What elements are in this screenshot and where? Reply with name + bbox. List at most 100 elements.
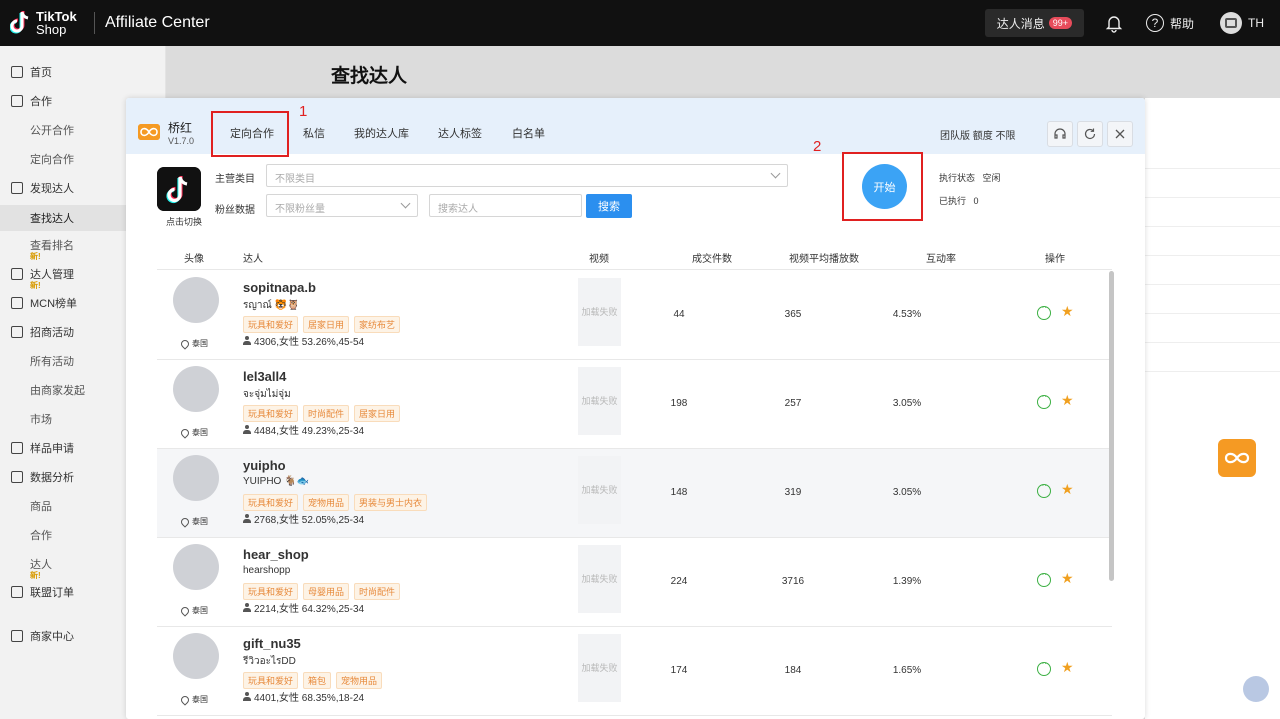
creator-nickname: จะจุ่มไม่จุ่ม xyxy=(243,389,291,400)
message-icon[interactable] xyxy=(1037,481,1051,498)
creator-username[interactable]: yuipho xyxy=(243,458,286,473)
star-icon[interactable]: ★ xyxy=(1061,303,1074,320)
sidebar-label: 由商家发起 xyxy=(30,385,85,397)
tab-my-creator-library[interactable]: 我的达人库 xyxy=(354,125,409,141)
col-video: 视频 xyxy=(589,254,609,265)
tab-private-message[interactable]: 私信 xyxy=(303,125,325,141)
sidebar-label: 公开合作 xyxy=(30,125,74,137)
search-button[interactable]: 搜索 xyxy=(586,194,632,218)
creator-search-input[interactable]: 搜索达人 xyxy=(429,194,582,217)
sidebar-label: 数据分析 xyxy=(30,472,74,484)
page-content-lines xyxy=(1145,140,1280,372)
executed-label: 已执行 xyxy=(939,196,967,206)
creator-username[interactable]: sopitnapa.b xyxy=(243,280,316,295)
star-icon[interactable]: ★ xyxy=(1061,659,1074,676)
chevron-down-icon xyxy=(770,168,781,179)
sidebar-label: 发现达人 xyxy=(30,183,74,195)
exec-status-label: 执行状态 xyxy=(939,173,976,183)
sidebar-label: MCN榜单 xyxy=(30,298,78,310)
close-icon[interactable] xyxy=(1107,121,1133,147)
table-row[interactable]: 泰国 sopitnapa.b รญาณ์ 🐯🦉 玩具和爱好 居家日用 家纺布艺 4306,女… xyxy=(157,271,1112,360)
person-icon xyxy=(243,603,251,612)
video-thumbnail[interactable]: 加载失败 xyxy=(578,367,621,435)
headset-icon[interactable] xyxy=(1047,121,1073,147)
table-row[interactable]: 泰国 lel3all4 จะจุ่มไม่จุ่ม 玩具和爱好 时尚配件 居家日用 4484… xyxy=(157,360,1112,449)
engagement-rate: 4.53% xyxy=(892,309,922,320)
video-thumbnail[interactable]: 加载失败 xyxy=(578,278,621,346)
home-icon xyxy=(11,66,23,78)
tiktok-platform-icon[interactable] xyxy=(157,167,201,211)
avatar[interactable] xyxy=(173,455,219,501)
message-icon[interactable] xyxy=(1037,659,1051,676)
sidebar-label: 招商活动 xyxy=(30,327,74,339)
tab-whitelist[interactable]: 白名单 xyxy=(512,125,545,141)
user-initials: TH xyxy=(1248,16,1264,30)
avg-views: 257 xyxy=(784,398,802,409)
question-icon: ? xyxy=(1145,14,1164,32)
avatar[interactable] xyxy=(173,277,219,323)
divider xyxy=(94,12,95,34)
location-label: 泰国 xyxy=(192,339,208,348)
floating-plugin-button[interactable] xyxy=(1218,439,1256,477)
category-tag: 居家日用 xyxy=(303,316,350,333)
star-icon[interactable]: ★ xyxy=(1061,481,1074,498)
refresh-icon[interactable] xyxy=(1077,121,1103,147)
creator-username[interactable]: hear_shop xyxy=(243,547,309,562)
bell-icon[interactable] xyxy=(1104,13,1124,33)
category-tag: 宠物用品 xyxy=(336,672,383,689)
creator-username[interactable]: lel3all4 xyxy=(243,369,286,384)
new-badge: 新! xyxy=(30,252,41,261)
category-placeholder: 不限类目 xyxy=(275,174,315,185)
video-thumbnail[interactable]: 加载失败 xyxy=(578,456,621,524)
person-icon xyxy=(243,514,251,523)
video-thumbnail[interactable]: 加载失败 xyxy=(578,545,621,613)
fans-select[interactable]: 不限粉丝量 xyxy=(266,194,418,217)
annotation-number-1: 1 xyxy=(299,103,308,120)
message-icon[interactable] xyxy=(1037,392,1051,409)
help-button[interactable]: ? 帮助 xyxy=(1145,14,1194,32)
avatar[interactable] xyxy=(173,633,219,679)
sidebar-label: 商品 xyxy=(30,501,52,513)
switch-platform-label[interactable]: 点击切换 xyxy=(166,215,202,228)
table-scrollbar[interactable] xyxy=(1109,271,1114,581)
person-icon xyxy=(243,692,251,701)
table-row[interactable]: 泰国 gift_nu35 รีวิวอะไรDD 玩具和爱好 箱包 宠物用品 4401,女性… xyxy=(157,627,1112,716)
creator-nickname: YUIPHO 🐐🐟 xyxy=(243,476,310,487)
infinity-icon xyxy=(1224,452,1250,464)
tiktok-shop-logo[interactable]: TikTok Shop xyxy=(0,10,94,36)
message-icon[interactable] xyxy=(1037,570,1051,587)
team-quota: 团队版 额度 不限 xyxy=(940,131,1016,142)
location-pin-icon xyxy=(179,426,191,439)
user-menu[interactable]: TH xyxy=(1220,12,1264,34)
tab-creator-tags[interactable]: 达人标签 xyxy=(438,125,482,141)
star-icon[interactable]: ★ xyxy=(1061,392,1074,409)
page-title: 查找达人 xyxy=(331,66,408,87)
store-icon xyxy=(11,630,23,642)
floating-assistant-icon[interactable] xyxy=(1243,676,1269,702)
orders-icon xyxy=(11,586,23,598)
avatar[interactable] xyxy=(173,366,219,412)
table-row[interactable]: 泰国 yuipho YUIPHO 🐐🐟 玩具和爱好 宠物用品 男装与男士内衣 2768,女性… xyxy=(157,449,1112,538)
message-icon[interactable] xyxy=(1037,303,1051,320)
sidebar-label: 查找达人 xyxy=(30,213,74,225)
new-badge: 新! xyxy=(30,571,41,580)
category-tag: 居家日用 xyxy=(354,405,401,422)
category-tag: 时尚配件 xyxy=(303,405,350,422)
avg-views: 184 xyxy=(784,665,802,676)
video-thumbnail[interactable]: 加载失败 xyxy=(578,634,621,702)
top-bar: TikTok Shop Affiliate Center 达人消息 99+ ? 帮… xyxy=(0,0,1280,46)
sidebar-label: 首页 xyxy=(30,67,52,79)
creator-nickname: รีวิวอะไรDD xyxy=(243,656,296,667)
creator-messages-button[interactable]: 达人消息 99+ xyxy=(984,9,1084,37)
sidebar-label: 样品申请 xyxy=(30,443,74,455)
category-select[interactable]: 不限类目 xyxy=(266,164,788,187)
creator-username[interactable]: gift_nu35 xyxy=(243,636,301,651)
star-icon[interactable]: ★ xyxy=(1061,570,1074,587)
category-tag: 箱包 xyxy=(303,672,332,689)
sidebar-label: 市场 xyxy=(30,414,52,426)
avatar[interactable] xyxy=(173,544,219,590)
category-tag: 男装与男士内衣 xyxy=(354,494,428,511)
table-row[interactable]: 泰国 hear_shop hearshopp 玩具和爱好 母婴用品 时尚配件 2214,女性… xyxy=(157,538,1112,627)
sidebar-item-home[interactable]: 首页 xyxy=(0,61,165,83)
location-pin-icon xyxy=(179,337,191,350)
